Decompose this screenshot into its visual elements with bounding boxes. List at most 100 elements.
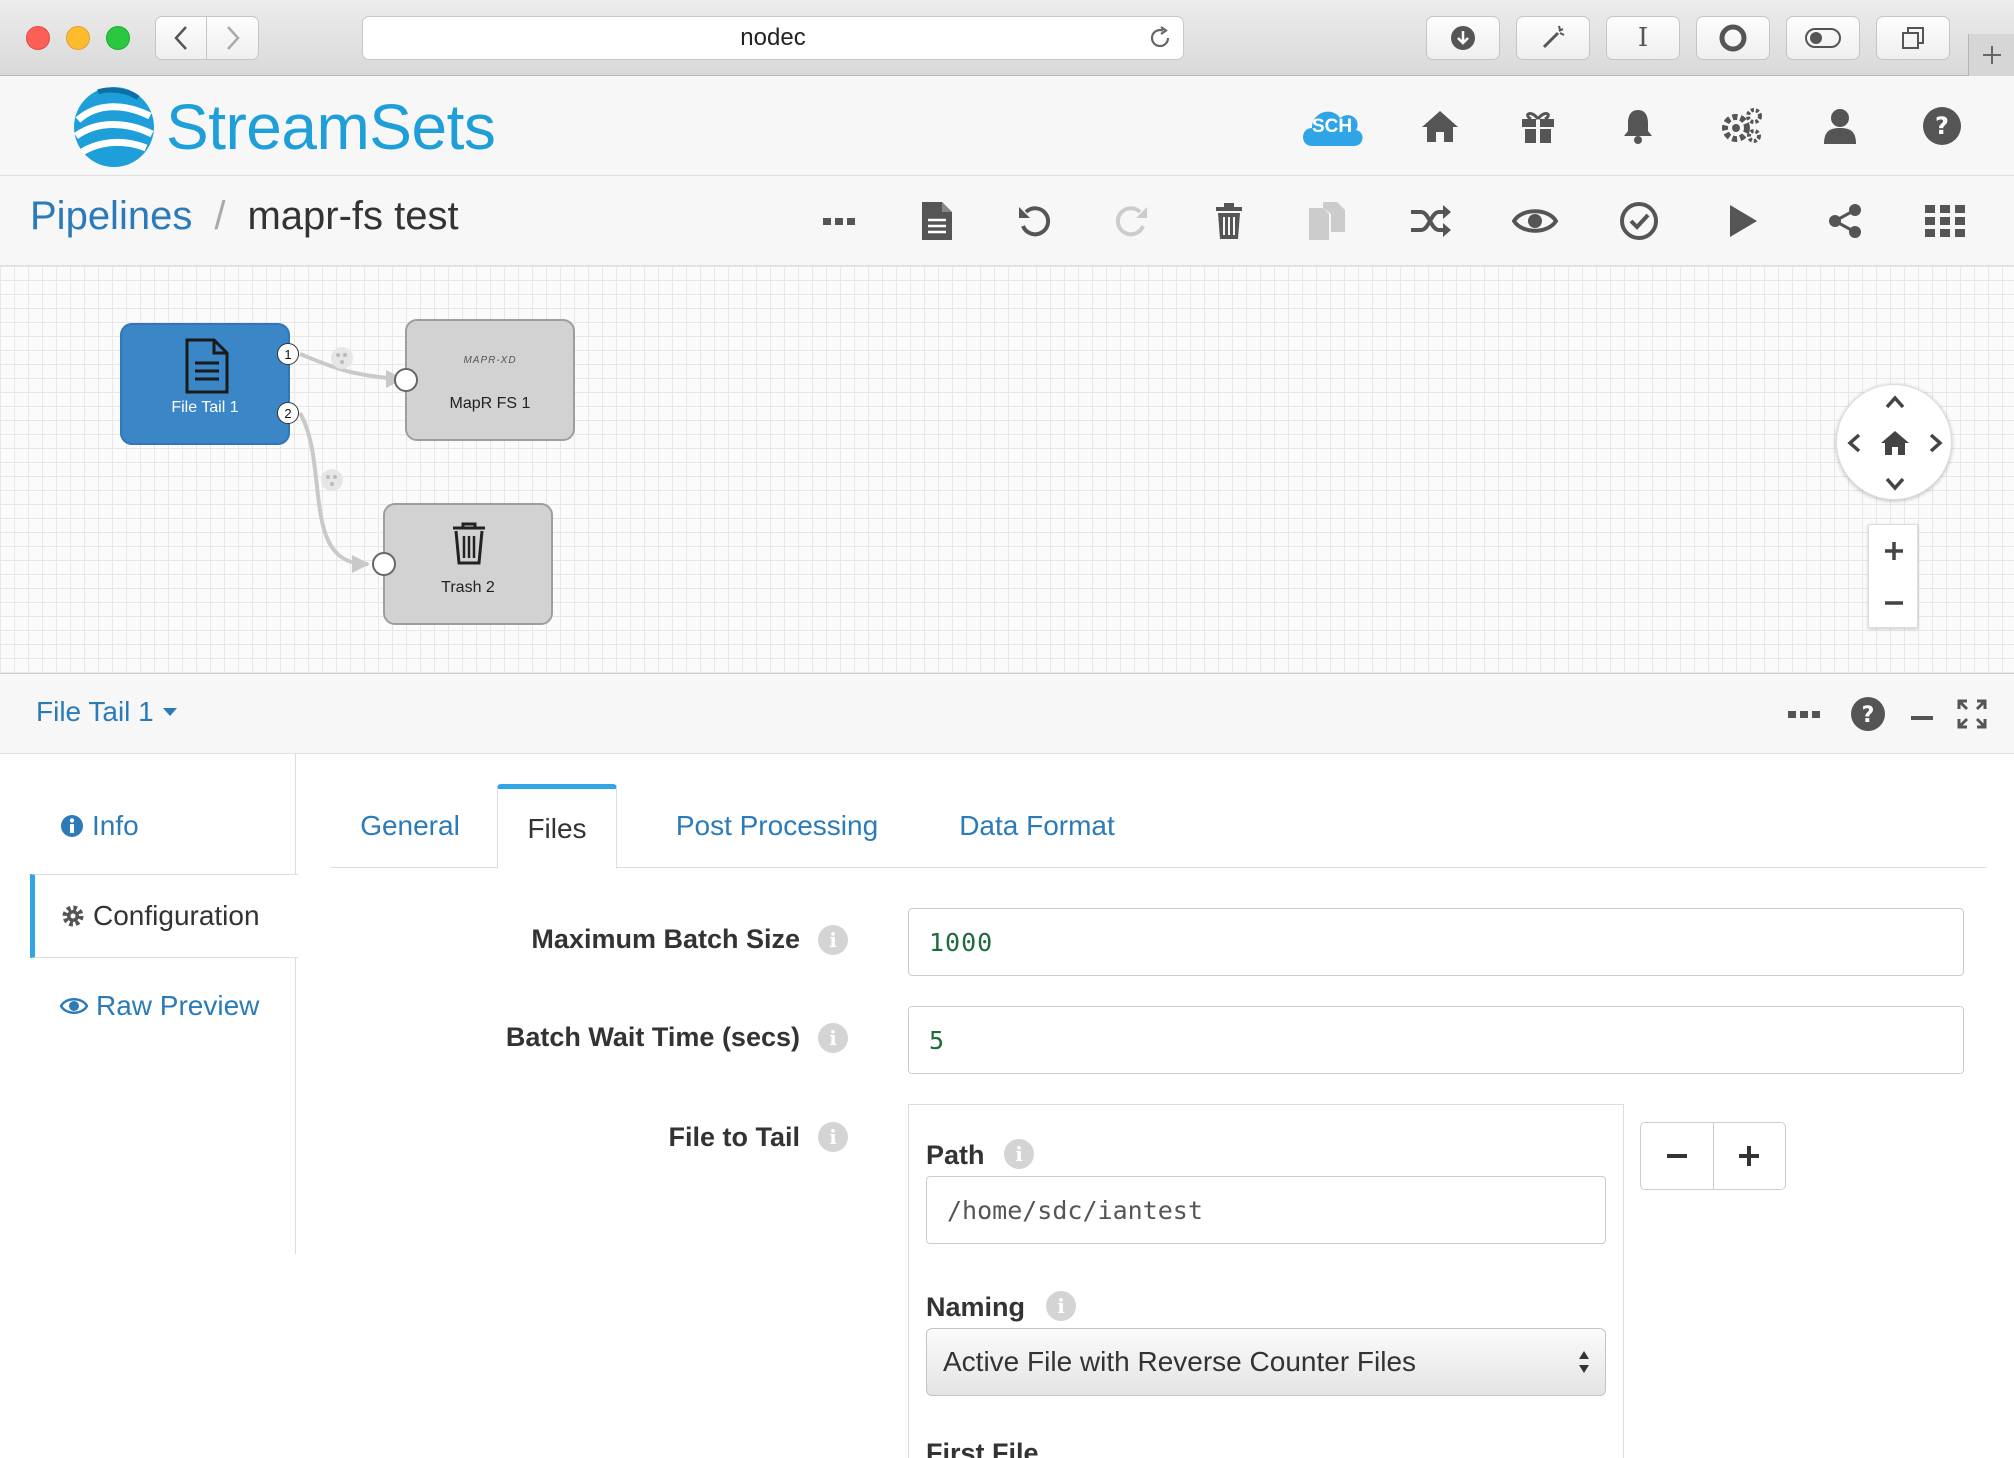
- redo-button[interactable]: [1106, 196, 1156, 246]
- share-button[interactable]: [1820, 196, 1870, 246]
- history-nav: [155, 16, 259, 60]
- control-hub-button[interactable]: SCH: [1298, 98, 1366, 150]
- chevron-right-icon: [226, 26, 240, 50]
- share-icon: [1829, 204, 1861, 238]
- pipeline-info-button[interactable]: [912, 196, 962, 246]
- output-port-2[interactable]: 2: [277, 402, 299, 424]
- input-port[interactable]: [372, 552, 396, 576]
- max-batch-size-input[interactable]: 1000: [908, 908, 1964, 976]
- path-input[interactable]: /home/sdc/iantest: [926, 1176, 1606, 1244]
- opera-button[interactable]: [1696, 16, 1770, 60]
- whats-new-button[interactable]: [1514, 102, 1562, 150]
- pan-left-button[interactable]: [1847, 433, 1861, 453]
- more-actions-button[interactable]: [814, 196, 864, 246]
- new-tab-button[interactable]: [1968, 34, 2014, 76]
- info-icon[interactable]: i: [818, 1023, 848, 1053]
- maximize-pane-button[interactable]: [1952, 694, 1992, 734]
- remove-entry-button[interactable]: [1641, 1123, 1714, 1189]
- help-button[interactable]: ?: [1918, 102, 1966, 150]
- tabs-overview-button[interactable]: [1876, 16, 1950, 60]
- toggle-button[interactable]: [1786, 16, 1860, 60]
- plus-icon: [1982, 46, 2001, 64]
- file-to-tail-label: File to Tail: [668, 1122, 800, 1152]
- reload-button[interactable]: [1147, 25, 1173, 51]
- validate-icon: [1620, 202, 1658, 240]
- list-add-remove-buttons: [1640, 1122, 1786, 1190]
- undo-icon: [1019, 206, 1051, 237]
- start-pipeline-button[interactable]: [1718, 196, 1768, 246]
- play-icon: [1730, 205, 1757, 237]
- auto-arrange-button[interactable]: [1406, 196, 1456, 246]
- sidenav-raw-preview[interactable]: Raw Preview: [30, 964, 296, 1048]
- tab-data-format[interactable]: Data Format: [924, 784, 1150, 868]
- info-icon[interactable]: i: [1046, 1291, 1076, 1321]
- info-icon[interactable]: i: [1004, 1139, 1034, 1169]
- delete-pipeline-button[interactable]: [1204, 196, 1254, 246]
- preview-button[interactable]: [1510, 196, 1560, 246]
- batch-wait-time-input[interactable]: 5: [908, 1006, 1964, 1074]
- undo-button[interactable]: [1010, 196, 1060, 246]
- duplicate-button[interactable]: [1302, 196, 1352, 246]
- address-bar[interactable]: nodec: [362, 16, 1184, 60]
- plus-icon: [1739, 1146, 1760, 1166]
- streamsets-logo[interactable]: StreamSets: [68, 82, 496, 172]
- stage-selector-dropdown[interactable]: File Tail 1: [36, 696, 178, 728]
- forward-button[interactable]: [207, 16, 259, 60]
- minimize-pane-button[interactable]: [1902, 694, 1942, 734]
- naming-select[interactable]: Active File with Reverse Counter Files: [926, 1328, 1606, 1396]
- pipeline-title: mapr-fs test: [247, 194, 459, 238]
- info-icon[interactable]: i: [818, 925, 848, 955]
- pan-right-button[interactable]: [1929, 433, 1943, 453]
- tab-general[interactable]: General: [330, 784, 490, 868]
- minimize-window-button[interactable]: [66, 26, 90, 50]
- add-entry-button[interactable]: [1714, 1123, 1786, 1189]
- pan-up-button[interactable]: [1885, 395, 1905, 409]
- pan-home-button[interactable]: [1880, 429, 1910, 457]
- validate-button[interactable]: [1614, 196, 1664, 246]
- zoom-in-button[interactable]: [1869, 525, 1919, 577]
- extension-button[interactable]: [1516, 16, 1590, 60]
- input-port[interactable]: [394, 368, 418, 392]
- stage-mapr-fs[interactable]: MAPR-XD MapR FS 1: [405, 319, 575, 441]
- home-button[interactable]: [1416, 102, 1464, 150]
- expand-icon: [1957, 699, 1987, 729]
- stage-library-button[interactable]: [1920, 196, 1970, 246]
- stage-trash[interactable]: Trash 2: [383, 503, 553, 625]
- info-circle-icon: [61, 815, 83, 837]
- user-menu-button[interactable]: [1816, 102, 1864, 150]
- select-arrows-icon: [1579, 1351, 1589, 1373]
- mapr-logo: MAPR-XD: [463, 355, 517, 366]
- delete-icon: [1216, 203, 1242, 239]
- info-icon[interactable]: i: [818, 1122, 848, 1152]
- tab-files[interactable]: Files: [497, 784, 617, 869]
- downloads-button[interactable]: [1426, 16, 1500, 60]
- detail-help-button[interactable]: ?: [1848, 694, 1888, 734]
- pan-down-button[interactable]: [1885, 477, 1905, 491]
- zoom-out-button[interactable]: [1869, 577, 1919, 629]
- breadcrumb-separator: /: [214, 194, 226, 238]
- settings-button[interactable]: [1718, 102, 1766, 150]
- record-icon: [1719, 24, 1747, 52]
- pipeline-canvas[interactable]: File Tail 1 1 2 MAPR-XD MapR FS 1 Trash …: [0, 266, 2014, 674]
- pipeline-toolbar: Pipelines / mapr-fs test: [0, 176, 2014, 266]
- download-icon: [1451, 26, 1475, 50]
- notifications-button[interactable]: [1614, 102, 1662, 150]
- document-icon: [922, 202, 952, 240]
- sidenav-info[interactable]: Info: [30, 784, 296, 868]
- gears-icon: [1722, 108, 1762, 143]
- close-window-button[interactable]: [26, 26, 50, 50]
- chevron-left-icon: [174, 26, 187, 50]
- gear-icon: [62, 905, 84, 927]
- reader-button[interactable]: I: [1606, 16, 1680, 60]
- stage-connections: [298, 347, 404, 573]
- sidenav-configuration[interactable]: Configuration: [30, 874, 298, 958]
- detail-more-button[interactable]: [1784, 694, 1824, 734]
- output-port-1[interactable]: 1: [277, 343, 299, 365]
- zoom-window-button[interactable]: [106, 26, 130, 50]
- tab-post-processing[interactable]: Post Processing: [630, 784, 924, 868]
- back-button[interactable]: [155, 16, 207, 60]
- stage-file-tail[interactable]: File Tail 1: [120, 323, 290, 445]
- breadcrumb-pipelines-link[interactable]: Pipelines: [30, 194, 192, 239]
- streamsets-logo-icon: [73, 87, 154, 167]
- list-divider: [1623, 1104, 1624, 1458]
